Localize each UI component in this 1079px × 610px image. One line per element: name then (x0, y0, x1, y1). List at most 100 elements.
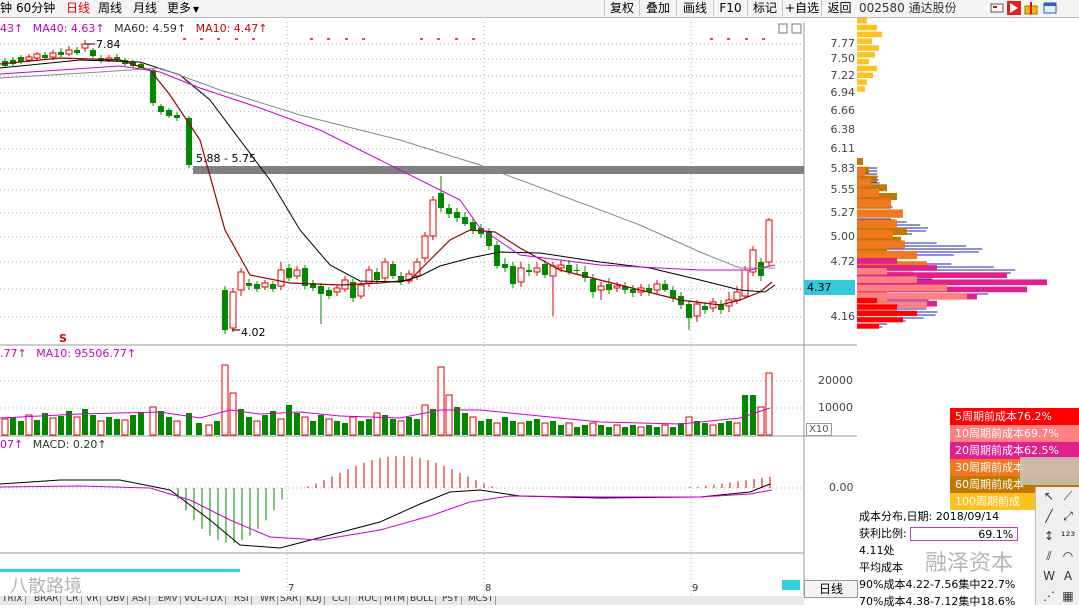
volume-bar (49, 417, 57, 436)
candle-down (186, 118, 192, 165)
volume-bar (486, 419, 492, 435)
volume-bar (613, 424, 621, 436)
cost-70-row: 70%成本4.38-7.12集中18.6% (859, 595, 1016, 608)
candle-down (510, 266, 516, 284)
indicator-tab-vr[interactable]: VR (84, 596, 102, 605)
candle-up (741, 269, 749, 297)
volume-bar (654, 427, 660, 435)
text-tool-icon[interactable]: A (1059, 567, 1077, 585)
volume-bar (301, 416, 309, 436)
candle-down (150, 70, 156, 103)
volume-scale-badge[interactable]: X10 (806, 423, 832, 436)
indicator-tab-vol-tdx[interactable]: VOL-TDX (182, 596, 226, 605)
volume-bar (97, 420, 105, 436)
window-icon[interactable] (1043, 1, 1057, 15)
price-tick: 5.00 (830, 230, 856, 243)
candle-up (261, 282, 269, 288)
candle-down (326, 290, 332, 296)
candle-down (158, 106, 164, 112)
price-tick: 5.83 (830, 162, 856, 175)
macd-series (0, 456, 773, 549)
cursor-icon[interactable] (1007, 1, 1021, 15)
volume-bar (73, 416, 81, 436)
dist-date-value: 2018/09/14 (935, 510, 1000, 523)
segment-tool-icon[interactable]: ╱ (1040, 507, 1058, 525)
volume-bar (454, 407, 460, 435)
indicator-tab-mtm[interactable]: MTM (382, 596, 409, 605)
chip-layer-5 (857, 298, 877, 304)
day-period-button[interactable]: 日线 (804, 580, 858, 598)
volume-bar (196, 423, 202, 435)
candle-down (758, 262, 764, 276)
cost-row-5[interactable]: 5周期前成本76.2% (950, 408, 1079, 425)
candle-up (229, 291, 237, 329)
volume-bar (709, 424, 717, 436)
candle-up (429, 199, 437, 237)
volume-tick: 20000 (818, 374, 853, 387)
cost-row-10[interactable]: 10周期前成本69.7% (950, 425, 1079, 442)
volume-bar (742, 395, 748, 435)
parallel-tool-icon[interactable]: ⫽ (1040, 547, 1058, 565)
indicator-tab-cci[interactable]: CCI (330, 596, 351, 605)
indicator-tab-asi[interactable]: ASI (130, 596, 150, 605)
chip-layer-5 (857, 317, 903, 323)
candle-down (58, 52, 64, 55)
volume-bar (286, 405, 292, 435)
indicator-tab-wr[interactable]: WR (258, 596, 279, 605)
price-tick: 5.55 (830, 183, 856, 196)
maximize-icon[interactable] (791, 23, 802, 34)
volume-bar (121, 419, 129, 436)
settings-icon[interactable] (990, 1, 1004, 15)
indicator-tab-rsi[interactable]: RSI (232, 596, 252, 605)
candle-up (733, 291, 741, 301)
price-tick: 6.38 (830, 123, 856, 136)
candle-down (630, 289, 636, 293)
gift-icon[interactable] (1024, 1, 1038, 15)
line-tool-icon[interactable]: ⟋ (1059, 487, 1077, 505)
vertical-tool-icon[interactable]: ↕ (1040, 527, 1058, 545)
indicator-tab-sar[interactable]: SAR (278, 596, 302, 605)
watermark-right: 融泽资本 (925, 551, 1014, 576)
indicator-tab-roc[interactable]: ROC (356, 596, 381, 605)
candle-series (2, 40, 773, 334)
grid-tool-icon[interactable]: ▦ (1059, 587, 1077, 605)
indicator-tab-mcst[interactable]: MCST (466, 596, 497, 605)
candle-down (606, 284, 612, 290)
indicator-tab-psy[interactable]: PSY (440, 596, 462, 605)
number-tool-icon[interactable]: ¹²³ (1059, 527, 1077, 545)
indicator-tab-emv[interactable]: EMV (156, 596, 181, 605)
indicator-tab-boll[interactable]: BOLL (408, 596, 437, 605)
volume-bar (685, 416, 693, 436)
volume-bar (138, 413, 144, 435)
volume-bar (765, 372, 773, 436)
chip-layer-0 (857, 58, 869, 65)
candle-up (533, 267, 541, 273)
candle-down (254, 284, 260, 289)
bottom-cyan-marker (782, 580, 800, 590)
volume-bar (366, 419, 372, 435)
fan-tool-icon[interactable]: ⋰ (1040, 587, 1058, 605)
ray-tool-icon[interactable]: ⤢ (1059, 507, 1077, 525)
chart-grid (0, 22, 857, 596)
wave-tool-icon[interactable]: W (1040, 567, 1058, 585)
candle-up (25, 56, 33, 61)
arc-tool-icon[interactable]: ◠ (1059, 547, 1077, 565)
volume-bar (565, 422, 573, 436)
volume-bar (130, 415, 136, 435)
indicator-tab-kdj[interactable]: KDJ (304, 596, 325, 605)
restore-icon[interactable] (778, 23, 788, 34)
candle-up (381, 261, 389, 279)
pointer-icon[interactable]: ↖ (1040, 487, 1058, 505)
candle-down (686, 304, 692, 318)
chip-layer-4 (857, 268, 887, 275)
month-label-jul: 7 (288, 583, 294, 594)
volume-bar (558, 425, 564, 435)
kline-chart[interactable]: 7.84 4.02 5.88 - 5.75 S 7 8 9 (0, 0, 857, 596)
candle-down (42, 55, 48, 58)
indicator-tab-obv[interactable]: OBV (104, 596, 129, 605)
chip-layer-2 (857, 178, 871, 187)
candle-up (357, 284, 365, 297)
candle-up (693, 303, 701, 317)
cost-90-row: 90%成本4.22-7.56集中22.7% (859, 578, 1016, 591)
candle-up (765, 219, 773, 263)
